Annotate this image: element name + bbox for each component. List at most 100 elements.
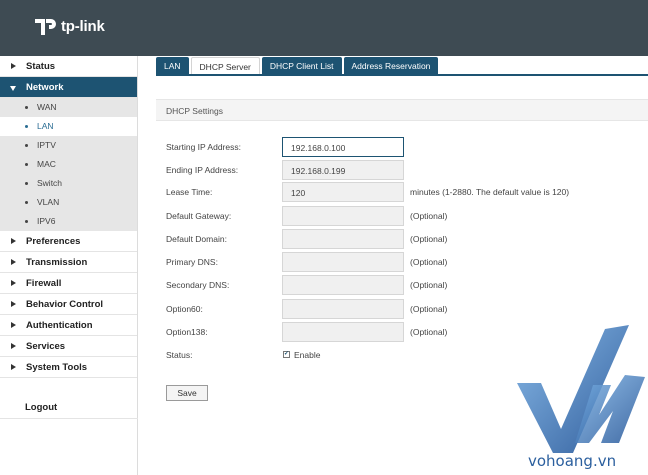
subnav-label: IPV6 [37,216,56,226]
bullet-icon [25,201,28,204]
chevron-right-icon [11,63,16,69]
field-label: Status: [166,350,193,360]
subnav-label: IPTV [37,140,56,150]
chevron-down-icon [10,86,16,91]
sidebar-item-services[interactable]: Services [0,336,137,357]
field-hint: (Optional) [410,304,448,314]
subnav-item-wan[interactable]: WAN [0,98,137,117]
form-row-gateway: Default Gateway: (Optional) [166,206,646,226]
subnav-item-mac[interactable]: MAC [0,155,137,174]
sidebar-item-preferences[interactable]: Preferences [0,231,137,252]
sidebar-item-label: Behavior Control [26,299,104,310]
sidebar-item-label: Transmission [26,257,88,268]
field-hint: (Optional) [410,257,448,267]
network-submenu: WAN LAN IPTV MAC Switch VLAN IPV6 [0,98,137,231]
field-hint: (Optional) [410,211,448,221]
option138-input[interactable] [282,322,404,342]
field-label: Default Domain: [166,234,227,244]
chevron-right-icon [11,343,16,349]
tab-dhcp-server[interactable]: DHCP Server [190,57,260,75]
subnav-item-ipv6[interactable]: IPV6 [0,212,137,231]
save-button[interactable]: Save [166,385,208,401]
subnav-label: LAN [37,121,54,131]
tab-bar: LAN DHCP Server DHCP Client List Address… [156,57,440,75]
vohoang-logo-icon [517,325,645,453]
default-gateway-input[interactable] [282,206,404,226]
sidebar-item-label: System Tools [26,362,88,373]
chevron-right-icon [11,280,16,286]
watermark-text: vohoang.vn [528,452,617,470]
sidebar-item-system-tools[interactable]: System Tools [0,357,137,378]
tp-link-logo: tp-link [32,13,105,39]
section-header: DHCP Settings [156,99,648,121]
sidebar-item-label: Authentication [26,320,93,331]
subnav-label: MAC [37,159,56,169]
sidebar-item-network[interactable]: Network [0,77,137,98]
brand-name: tp-link [61,17,105,35]
default-domain-input[interactable] [282,229,404,249]
form-row-primary-dns: Primary DNS: (Optional) [166,252,646,272]
ending-ip-input[interactable]: 192.168.0.199 [282,160,404,180]
field-label: Lease Time: [166,187,213,197]
field-hint: (Optional) [410,234,448,244]
sidebar: Status Network WAN LAN IPTV MAC Switch V… [0,56,138,475]
chevron-right-icon [11,259,16,265]
bullet-icon [25,125,28,128]
bullet-icon [25,163,28,166]
bullet-icon [25,220,28,223]
subnav-item-lan[interactable]: LAN [0,117,137,136]
bullet-icon [25,106,28,109]
tab-dhcp-client-list[interactable]: DHCP Client List [261,57,342,75]
tp-link-logo-icon [35,19,56,35]
form-row-end-ip: Ending IP Address: 192.168.0.199 [166,160,646,180]
form-row-domain: Default Domain: (Optional) [166,229,646,249]
lease-time-input[interactable]: 120 [282,182,404,202]
starting-ip-input[interactable]: 192.168.0.100 [282,137,404,157]
subnav-item-vlan[interactable]: VLAN [0,193,137,212]
sidebar-divider [0,418,138,419]
tab-lan[interactable]: LAN [156,57,189,75]
subnav-label: VLAN [37,197,60,207]
sidebar-item-label: Status [26,61,56,72]
form-row-option60: Option60: (Optional) [166,299,646,319]
sidebar-item-label: Preferences [26,236,81,247]
field-hint: minutes (1-2880. The default value is 12… [410,187,570,197]
logout-link[interactable]: Logout [25,402,57,413]
field-label: Starting IP Address: [166,142,241,152]
subnav-label: Switch [37,178,63,188]
sidebar-item-behavior-control[interactable]: Behavior Control [0,294,137,315]
enable-checkbox[interactable]: ✓ [283,351,290,358]
primary-dns-input[interactable] [282,252,404,272]
secondary-dns-input[interactable] [282,275,404,295]
subnav-item-iptv[interactable]: IPTV [0,136,137,155]
sidebar-item-label: Services [26,341,66,352]
sidebar-item-authentication[interactable]: Authentication [0,315,137,336]
sidebar-item-status[interactable]: Status [0,56,137,77]
field-label: Primary DNS: [166,257,218,267]
enable-label: Enable [294,350,321,360]
chevron-right-icon [11,322,16,328]
subnav-item-switch[interactable]: Switch [0,174,137,193]
form-row-lease: Lease Time: 120 minutes (1-2880. The def… [166,182,646,202]
field-label: Ending IP Address: [166,165,239,175]
tab-underline [156,74,648,76]
field-label: Default Gateway: [166,211,232,221]
sidebar-item-label: Firewall [26,278,62,289]
form-row-start-ip: Starting IP Address: 192.168.0.100 [166,137,646,157]
field-hint: (Optional) [410,280,448,290]
field-label: Option60: [166,304,203,314]
bullet-icon [25,182,28,185]
chevron-right-icon [11,301,16,307]
sidebar-item-transmission[interactable]: Transmission [0,252,137,273]
section-title: DHCP Settings [166,106,224,116]
chevron-right-icon [11,364,16,370]
field-label: Option138: [166,327,208,337]
top-bar: tp-link [0,0,648,56]
field-hint: (Optional) [410,327,448,337]
tab-address-reservation[interactable]: Address Reservation [343,57,439,75]
sidebar-item-firewall[interactable]: Firewall [0,273,137,294]
sidebar-item-label: Network [26,82,64,93]
subnav-label: WAN [37,102,57,112]
bullet-icon [25,144,28,147]
option60-input[interactable] [282,299,404,319]
